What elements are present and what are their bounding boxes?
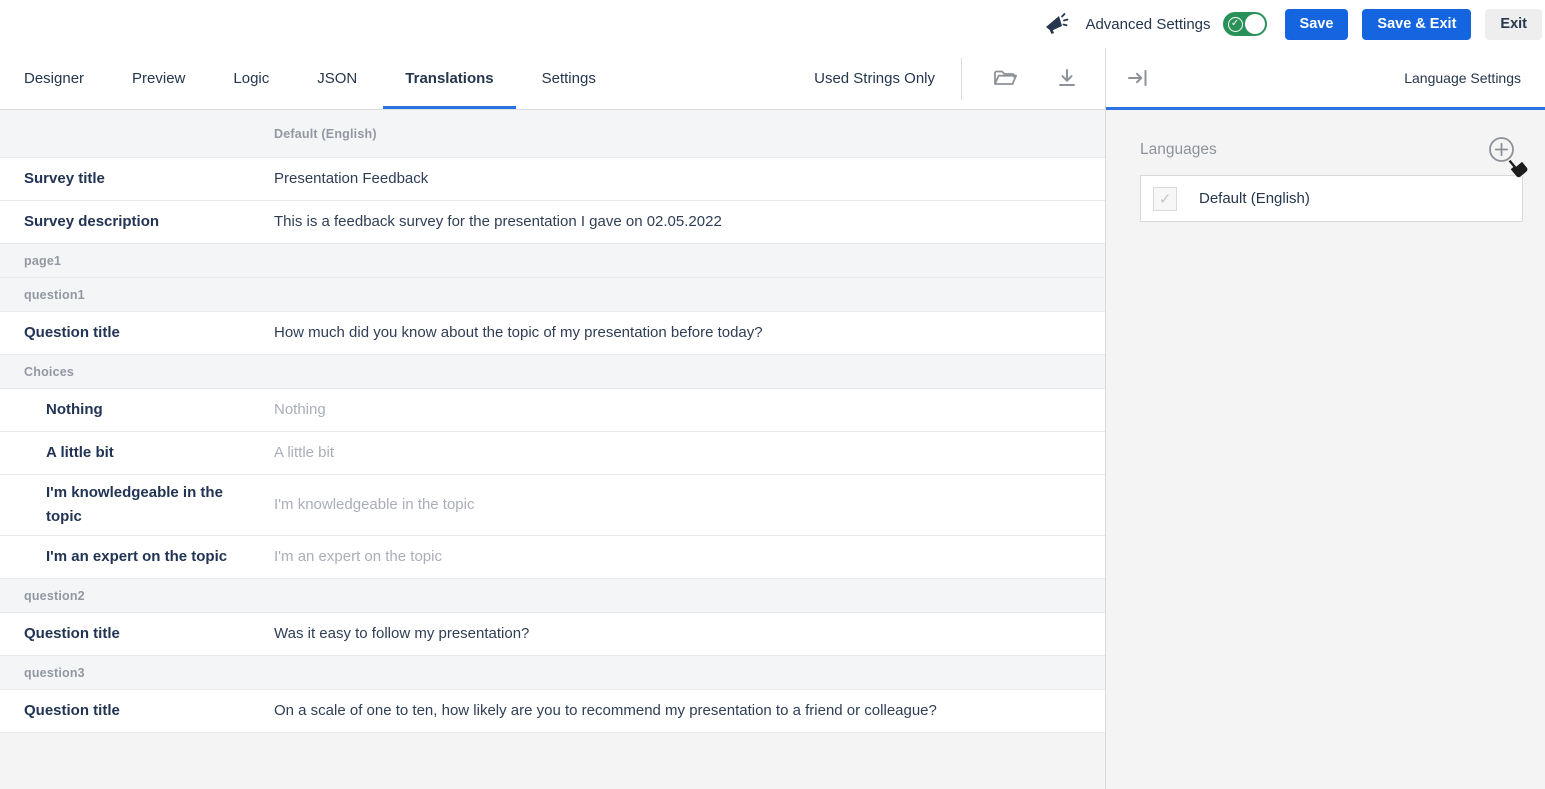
string-label: I'm an expert on the topic — [0, 545, 274, 569]
section-row: question3 — [0, 656, 1105, 690]
import-button[interactable] — [988, 63, 1023, 95]
exit-button[interactable]: Exit — [1485, 9, 1542, 40]
main-area: DesignerPreviewLogicJSONTranslationsSett… — [0, 48, 1545, 789]
language-item-label: Default (English) — [1199, 190, 1310, 207]
languages-label: Languages — [1140, 141, 1217, 159]
string-label: Question title — [0, 699, 274, 723]
advanced-settings-label: Advanced Settings — [1085, 16, 1210, 33]
section-row: page1 — [0, 244, 1105, 278]
translation-value-cell[interactable]: This is a feedback survey for the presen… — [274, 211, 1105, 234]
export-button[interactable] — [1051, 63, 1083, 95]
section-row: Choices — [0, 355, 1105, 389]
collapse-sidebar-button[interactable] — [1126, 66, 1150, 90]
translation-row: Question titleOn a scale of one to ten, … — [0, 690, 1105, 733]
tab-preview[interactable]: Preview — [110, 48, 207, 109]
translation-value-cell[interactable]: Was it easy to follow my presentation? — [274, 623, 1105, 646]
translation-value-cell[interactable]: How much did you know about the topic of… — [274, 322, 1105, 345]
check-icon: ✓ — [1228, 17, 1243, 32]
tab-translations[interactable]: Translations — [383, 48, 515, 109]
translation-value-cell[interactable]: Nothing — [274, 399, 1105, 422]
section-label: Choices — [0, 365, 74, 379]
language-list: ✓ Default (English) — [1140, 175, 1523, 222]
tab-designer[interactable]: Designer — [2, 48, 106, 109]
megaphone-icon — [1043, 11, 1069, 37]
sidebar-body: Languages ✓ Default (English) — [1106, 110, 1545, 222]
translation-row: Question titleWas it easy to follow my p… — [0, 613, 1105, 656]
section-label: question1 — [0, 288, 85, 302]
section-label: question2 — [0, 589, 85, 603]
translation-value-cell[interactable]: A little bit — [274, 442, 1105, 465]
string-label: Survey description — [0, 210, 274, 234]
language-checkbox: ✓ — [1153, 187, 1177, 211]
translation-row: A little bitA little bit — [0, 432, 1105, 475]
translation-row: Survey titlePresentation Feedback — [0, 158, 1105, 201]
section-label: page1 — [0, 254, 61, 268]
sidebar-header: Language Settings — [1106, 48, 1545, 110]
top-toolbar: Advanced Settings ✓ Save Save & Exit Exi… — [0, 0, 1545, 48]
translation-value-cell[interactable]: Presentation Feedback — [274, 168, 1105, 191]
string-label: Question title — [0, 321, 274, 345]
toolbar-divider — [961, 58, 962, 100]
section-row: question2 — [0, 579, 1105, 613]
table-header-row: Default (English) — [0, 110, 1105, 158]
string-label: A little bit — [0, 441, 274, 465]
tab-logic[interactable]: Logic — [211, 48, 291, 109]
section-row: question1 — [0, 278, 1105, 312]
sidebar-title: Language Settings — [1404, 70, 1521, 86]
toggle-knob — [1245, 14, 1265, 34]
language-item: ✓ Default (English) — [1140, 175, 1523, 222]
language-column-header: Default (English) — [274, 127, 1105, 141]
download-icon — [1055, 67, 1079, 91]
content-pane: DesignerPreviewLogicJSONTranslationsSett… — [0, 48, 1106, 789]
tab-bar-actions: Used Strings Only — [814, 48, 1105, 109]
string-label: Survey title — [0, 167, 274, 191]
language-settings-sidebar: Language Settings Languages ✓ Default (En… — [1106, 48, 1545, 789]
advanced-settings-toggle[interactable]: ✓ — [1223, 12, 1267, 36]
table-rows: Survey titlePresentation FeedbackSurvey … — [0, 158, 1105, 733]
translation-value-cell[interactable]: I'm knowledgeable in the topic — [274, 494, 1105, 517]
translation-row: I'm knowledgeable in the topicI'm knowle… — [0, 475, 1105, 536]
translation-row: Survey descriptionThis is a feedback sur… — [0, 201, 1105, 244]
tab-settings[interactable]: Settings — [520, 48, 618, 109]
used-strings-only-filter[interactable]: Used Strings Only — [814, 70, 935, 87]
save-button[interactable]: Save — [1285, 9, 1349, 40]
translation-row: NothingNothing — [0, 389, 1105, 432]
section-label: question3 — [0, 666, 85, 680]
string-label: Nothing — [0, 398, 274, 422]
folder-open-icon — [992, 67, 1019, 91]
translation-row: I'm an expert on the topicI'm an expert … — [0, 536, 1105, 579]
tab-bar: DesignerPreviewLogicJSONTranslationsSett… — [0, 48, 1105, 110]
translation-value-cell[interactable]: I'm an expert on the topic — [274, 546, 1105, 569]
translation-value-cell[interactable]: On a scale of one to ten, how likely are… — [274, 700, 1105, 723]
string-label: Question title — [0, 622, 274, 646]
string-label: I'm knowledgeable in the topic — [0, 481, 274, 529]
translation-row: Question titleHow much did you know abou… — [0, 312, 1105, 355]
tab-json[interactable]: JSON — [295, 48, 379, 109]
languages-header: Languages — [1140, 136, 1523, 163]
save-exit-button[interactable]: Save & Exit — [1362, 9, 1471, 40]
translations-table: Default (English) Survey titlePresentati… — [0, 110, 1105, 733]
mouse-cursor-pointer — [1503, 155, 1529, 181]
tab-bar-tabs: DesignerPreviewLogicJSONTranslationsSett… — [2, 48, 622, 109]
arrow-to-bar-icon — [1126, 66, 1150, 90]
